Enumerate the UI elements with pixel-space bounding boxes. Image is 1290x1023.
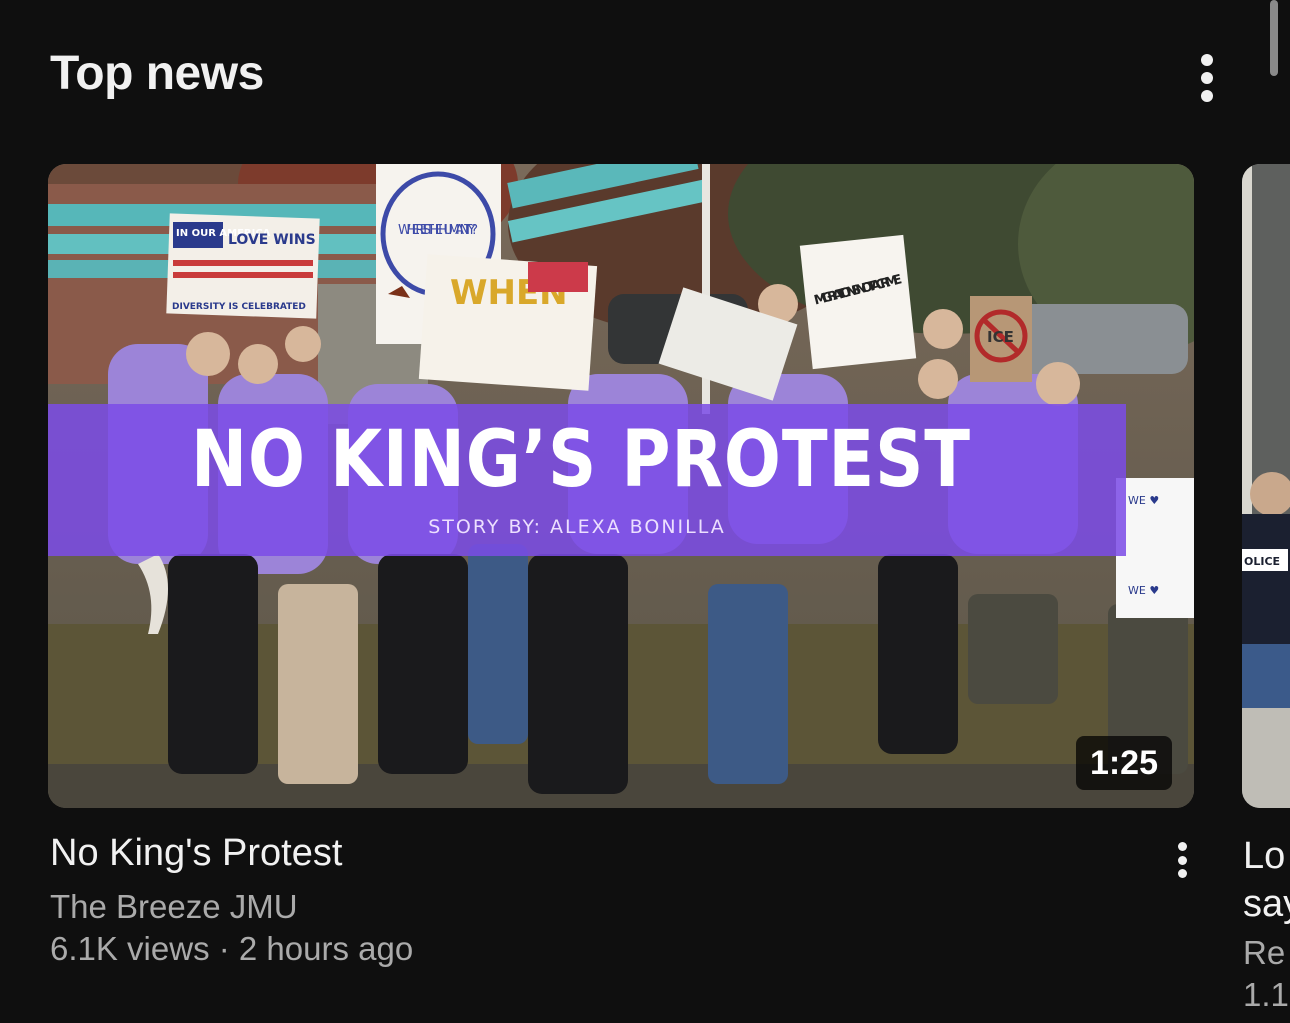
kebab-dot <box>1201 54 1213 66</box>
sign-text: ICE <box>987 328 1014 346</box>
next-video-title[interactable]: Lo say <box>1243 832 1290 928</box>
top-news-shelf: Top news IN OUR AMERICA LOVE WINS DIVERS… <box>0 0 1290 1023</box>
sign-no-ice: ICE <box>970 296 1032 382</box>
next-video-title-line: say <box>1243 883 1290 925</box>
sign-text: OLICE <box>1244 555 1280 568</box>
next-video-channel[interactable]: Re <box>1243 934 1290 972</box>
more-vert-icon[interactable] <box>1192 54 1222 102</box>
sign-text: WHERE IS THE HUMANITY? <box>398 223 478 238</box>
kebab-dot <box>1177 842 1187 851</box>
kebab-dot <box>1177 855 1187 865</box>
next-video-title-line: Lo <box>1243 835 1286 877</box>
next-video-image: OLICE <box>1242 164 1290 808</box>
channel-name[interactable]: The Breeze JMU <box>50 888 298 926</box>
scrollbar[interactable] <box>1270 0 1278 76</box>
video-thumbnail[interactable]: IN OUR AMERICA LOVE WINS DIVERSITY IS CE… <box>48 164 1194 808</box>
sign-when-normal: WHEN <box>418 254 598 391</box>
sign-we-love: WE ♥ WE ♥ <box>1116 478 1194 618</box>
section-title: Top news <box>50 47 264 100</box>
duration-badge: 1:25 <box>1075 736 1172 790</box>
sign-text: DIVERSITY IS CELEBRATED <box>172 302 306 312</box>
sign-text: LOVE WINS <box>228 232 316 248</box>
video-title[interactable]: No King's Protest <box>50 832 342 875</box>
kebab-dot <box>1177 869 1187 878</box>
sign-text: WE ♥ <box>1128 584 1159 597</box>
sign-migration: MIGRATION IS NOT A CRIME <box>799 234 917 370</box>
next-video-meta: 1.1 <box>1243 976 1289 1013</box>
next-video-thumbnail[interactable]: OLICE <box>1242 164 1290 808</box>
more-vert-icon[interactable] <box>1167 842 1197 878</box>
thumbnail-title-banner: NO KING’S PROTEST STORY BY: ALEXA BONILL… <box>48 404 1126 556</box>
sign-in-our-america: IN OUR AMERICA LOVE WINS DIVERSITY IS CE… <box>166 213 320 319</box>
kebab-dot <box>1201 90 1213 102</box>
video-meta: 6.1K views · 2 hours ago <box>50 930 414 967</box>
kebab-dot <box>1201 72 1213 84</box>
sign-text: WE ♥ <box>1128 494 1159 507</box>
thumbnail-banner-subtitle: STORY BY: ALEXA BONILLA <box>428 516 726 538</box>
thumbnail-banner-title: NO KING’S PROTEST <box>190 415 971 505</box>
